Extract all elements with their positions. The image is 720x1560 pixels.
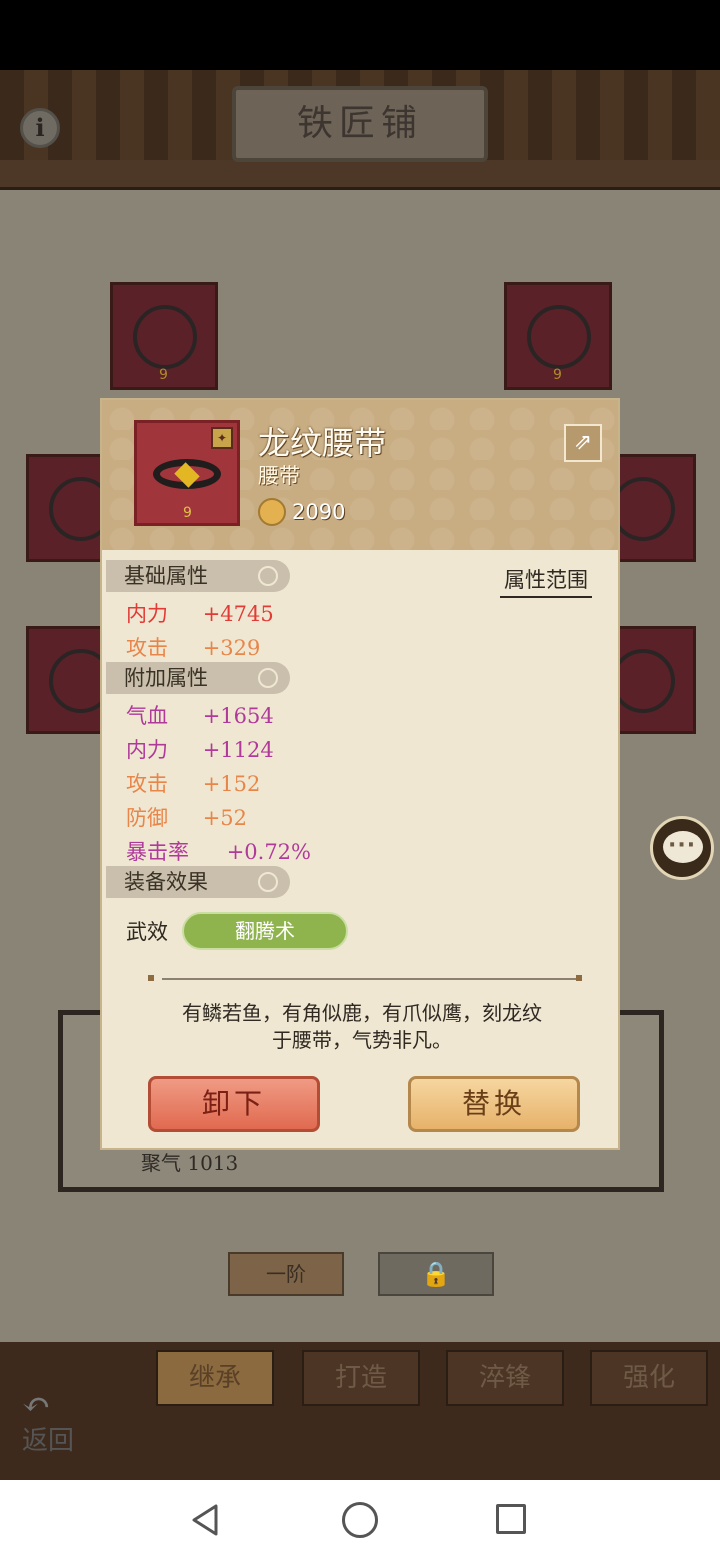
swirl-icon (258, 872, 278, 892)
stat-value: +0.72% (226, 840, 311, 864)
slot-level: 9 (553, 367, 562, 383)
divider-dot (148, 975, 154, 981)
swirl-icon (258, 668, 278, 688)
tab-enhance[interactable]: 强化 (590, 1350, 708, 1406)
section-equip-effect: 装备效果 (106, 866, 290, 898)
chat-button[interactable]: ··· (650, 816, 714, 880)
stat-name: 防御 (126, 806, 168, 830)
item-level-badge: 9 (183, 505, 192, 521)
stat-name: 气血 (126, 704, 168, 728)
stat-name: 攻击 (126, 636, 168, 660)
stat-value: +4745 (202, 602, 274, 626)
page-title: 铁匠铺 (296, 103, 423, 144)
section-base-label: 基础属性 (124, 564, 208, 588)
necklace-icon (527, 305, 591, 369)
item-type: 腰带 (258, 464, 300, 488)
slot-level: 9 (159, 367, 168, 383)
section-base-attributes: 基础属性 (106, 560, 290, 592)
flavor-line-1: 有鳞若鱼，有角似鹿，有爪似鹰，刻龙纹 (182, 1001, 542, 1025)
replace-button[interactable]: 替换 (408, 1076, 580, 1132)
swirl-icon (258, 566, 278, 586)
effect-skill-chip[interactable]: 翻腾术 (182, 912, 348, 950)
android-nav-bar (0, 1480, 720, 1560)
stat-row: 攻击 +152 (126, 768, 260, 798)
stat-name: 攻击 (126, 772, 168, 796)
divider-dot (576, 975, 582, 981)
stat-row: 暴击率 +0.72% (126, 836, 311, 866)
back-button[interactable]: ↶ 返回 (22, 1385, 92, 1460)
info-button[interactable]: i (20, 108, 60, 148)
stat-value: +329 (202, 636, 261, 660)
tier-button[interactable]: 一阶 (228, 1252, 344, 1296)
tab-inherit[interactable]: 继承 (156, 1350, 274, 1406)
bottom-bar: 继承 打造 淬锋 强化 ↶ 返回 (0, 1342, 720, 1480)
stat-value: +1124 (202, 738, 274, 762)
partial-stat-text: 聚气 1013 (141, 1151, 239, 1175)
power-value: 2090 (292, 500, 346, 524)
equip-slot-necklace[interactable]: 9 (504, 282, 612, 390)
roof-beam (0, 160, 720, 190)
stat-row: 气血 +1654 (126, 700, 274, 730)
stat-name: 暴击率 (126, 840, 189, 864)
stat-name: 内力 (126, 602, 168, 626)
sword-icon (133, 305, 197, 369)
home-circle-icon[interactable] (342, 1502, 378, 1538)
lock-button[interactable]: 🔒 (378, 1252, 494, 1296)
attribute-range-link[interactable]: 属性范围 (500, 564, 592, 598)
item-header: ✦ 9 龙纹腰带 腰带 2090 ⇗ (102, 400, 618, 550)
chat-dots: ··· (668, 833, 697, 858)
section-extra-attributes: 附加属性 (106, 662, 290, 694)
tab-temper[interactable]: 淬锋 (446, 1350, 564, 1406)
back-label: 返回 (22, 1426, 75, 1456)
accessory-icon (611, 477, 675, 541)
stat-value: +152 (202, 772, 261, 796)
effect-label: 武效 (126, 920, 168, 944)
stat-row: 内力 +1124 (126, 734, 274, 764)
item-icon: ✦ 9 (134, 420, 240, 526)
stat-row: 内力 +4745 (126, 598, 274, 628)
share-icon: ⇗ (573, 430, 593, 455)
stat-value: +52 (202, 806, 248, 830)
recent-square-icon[interactable] (496, 1504, 526, 1534)
power-icon (258, 498, 286, 526)
back-triangle-icon[interactable] (188, 1502, 224, 1538)
section-effect-label: 装备效果 (124, 870, 208, 894)
stat-name: 内力 (126, 738, 168, 762)
stat-row: 防御 +52 (126, 802, 247, 832)
stat-row: 攻击 +329 (126, 632, 260, 662)
lock-icon: 🔒 (421, 1260, 451, 1288)
divider (162, 978, 578, 980)
tab-forge[interactable]: 打造 (302, 1350, 420, 1406)
stat-value: +1654 (202, 704, 274, 728)
flavor-text: 有鳞若鱼，有角似鹿，有爪似鹰，刻龙纹 于腰带，气势非凡。 (142, 1000, 582, 1054)
flavor-line-2: 于腰带，气势非凡。 (272, 1028, 452, 1052)
item-detail-modal: ✦ 9 龙纹腰带 腰带 2090 ⇗ 基础属性 属性范围 内力 +4745 攻击… (100, 398, 620, 1150)
title-plaque: 铁匠铺 (232, 86, 488, 162)
equip-slot-weapon[interactable]: 9 (110, 282, 218, 390)
bracelet-icon (611, 649, 675, 713)
item-name: 龙纹腰带 (258, 424, 387, 462)
share-button[interactable]: ⇗ (564, 424, 602, 462)
return-arrow-icon: ↶ (22, 1385, 51, 1425)
section-extra-label: 附加属性 (124, 666, 208, 690)
unequip-button[interactable]: 卸下 (148, 1076, 320, 1132)
status-bar (0, 0, 720, 70)
rank-badge: ✦ (211, 427, 233, 449)
